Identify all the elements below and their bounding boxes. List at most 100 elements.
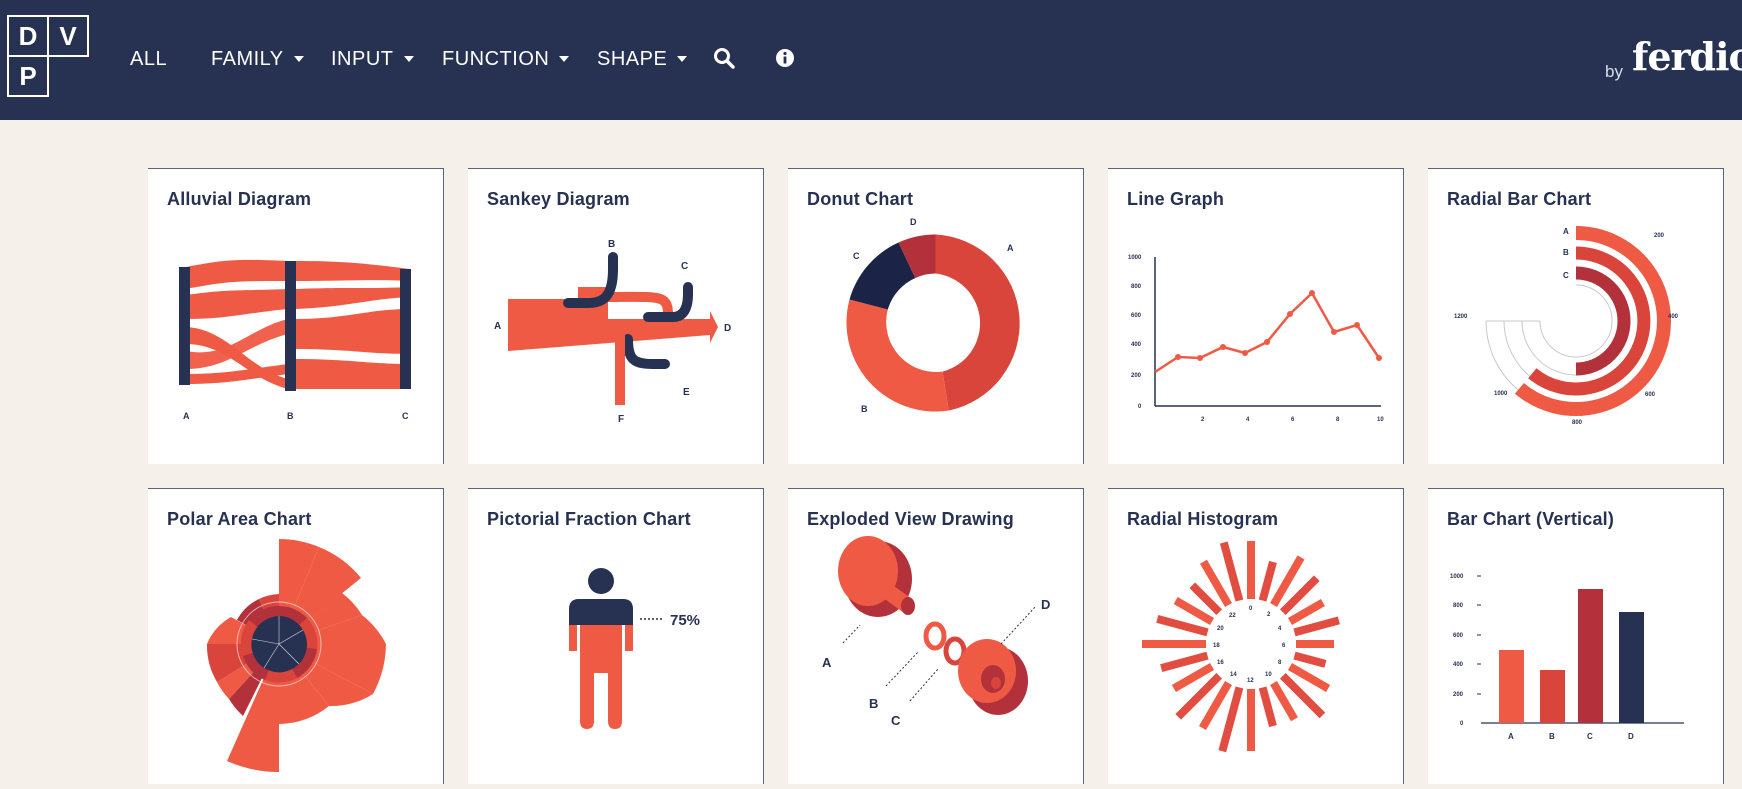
card-radial-histogram[interactable]: 0 2 4 6 8 10 12 14 16 18 20 22 Radial Hi… (1108, 488, 1404, 784)
search-icon[interactable] (712, 46, 736, 70)
info-icon[interactable] (773, 46, 797, 70)
radial-bar-tick: 1200 (1454, 314, 1468, 320)
radial-bar-label-c: C (1563, 271, 1569, 280)
card-donut-chart[interactable]: A B C D Donut Chart (788, 168, 1084, 464)
card-title: Line Graph (1127, 189, 1225, 209)
line-graph-thumbnail: 1000 800 600 400 200 0 2 4 6 8 10 (1128, 255, 1384, 423)
radial-bar-tick: 200 (1654, 233, 1665, 239)
sankey-diagram-thumbnail: A B C D E F (494, 239, 731, 425)
radial-histogram-thumbnail: 0 2 4 6 8 10 12 14 16 18 20 22 (1142, 541, 1340, 753)
radial-histogram-tick: 0 (1249, 606, 1253, 612)
bar-x-tick: B (1549, 732, 1555, 741)
card-radial-bar-chart[interactable]: A B C 200 400 600 800 1000 1200 Radial B… (1428, 168, 1724, 464)
card-title: Alluvial Diagram (167, 189, 312, 209)
alluvial-label-a: A (183, 411, 190, 421)
radial-bar-label-a: A (1563, 227, 1569, 236)
sankey-label-d: D (724, 323, 731, 334)
sankey-label-b: B (608, 239, 615, 250)
caret-down-icon (403, 56, 414, 62)
donut-label-c: C (853, 251, 860, 261)
exploded-label-a: A (822, 655, 832, 670)
donut-label-b: B (861, 404, 868, 414)
logo-letter-d: D (7, 15, 49, 57)
bar-x-tick: A (1508, 732, 1514, 741)
ferdio-brand-logo[interactable]: ferdio (1632, 34, 1742, 79)
nav-family-label: FAMILY (211, 47, 284, 70)
radial-histogram-tick: 18 (1213, 643, 1220, 649)
nav-shape-label: SHAPE (597, 47, 668, 70)
nav-input-dropdown[interactable]: INPUT (331, 44, 414, 74)
radial-histogram-bar (1293, 616, 1340, 637)
card-line-graph[interactable]: 1000 800 600 400 200 0 2 4 6 8 10 Line G… (1108, 168, 1404, 464)
line-y-tick: 800 (1131, 284, 1142, 290)
line-x-tick: 10 (1377, 417, 1384, 423)
nav-function-dropdown[interactable]: FUNCTION (442, 44, 570, 74)
radial-histogram-tick: 22 (1229, 613, 1236, 619)
exploded-label-c: C (891, 713, 901, 728)
card-bar-chart-vertical[interactable]: 1000 800 600 400 200 0 A B C D Bar Chart… (1428, 488, 1724, 784)
radial-bar-tick: 1000 (1494, 391, 1508, 397)
radial-histogram-bar (1219, 541, 1244, 602)
nav-family-dropdown[interactable]: FAMILY (211, 44, 304, 74)
brand-by-text: by (1605, 62, 1623, 81)
card-title: Radial Histogram (1127, 509, 1279, 529)
bar-y-tick: 800 (1453, 603, 1464, 609)
card-title: Polar Area Chart (167, 509, 312, 529)
caret-down-icon (677, 56, 688, 62)
radial-bar-label-b: B (1563, 248, 1569, 257)
donut-label-a: A (1007, 243, 1014, 253)
line-x-tick: 6 (1291, 417, 1295, 423)
radial-histogram-tick: 12 (1247, 678, 1254, 684)
line-y-tick: 600 (1131, 313, 1142, 319)
radial-histogram-tick: 16 (1217, 660, 1224, 666)
bar-y-tick: 400 (1453, 662, 1464, 668)
card-title: Donut Chart (807, 189, 914, 209)
exploded-label-b: B (869, 696, 878, 711)
sankey-label-a: A (494, 321, 501, 332)
donut-label-d: D (910, 217, 917, 227)
line-x-tick: 2 (1201, 417, 1205, 423)
card-title: Bar Chart (Vertical) (1447, 509, 1615, 529)
line-x-tick: 8 (1336, 417, 1340, 423)
logo-letter-p: P (7, 55, 49, 97)
sankey-label-c: C (681, 261, 688, 272)
radial-bar-tick: 400 (1668, 314, 1679, 320)
radial-histogram-tick: 4 (1278, 626, 1282, 632)
radial-histogram-tick: 2 (1267, 612, 1271, 618)
alluvial-label-b: B (287, 411, 294, 421)
nav-all[interactable]: ALL (130, 44, 167, 74)
bar-x-tick: D (1628, 732, 1634, 741)
pictorial-fraction-thumbnail: 75% (569, 568, 700, 729)
fraction-value-label: 75% (670, 612, 700, 629)
bar-y-tick: 1000 (1450, 574, 1464, 580)
sankey-label-e: E (683, 387, 690, 398)
line-x-tick: 4 (1246, 417, 1250, 423)
nav-all-label: ALL (130, 47, 168, 70)
radial-bar-chart-thumbnail: A B C 200 400 600 800 1000 1200 (1454, 226, 1679, 426)
card-polar-area-chart[interactable]: Polar Area Chart (148, 488, 444, 784)
radial-bar-tick: 800 (1572, 420, 1583, 426)
line-y-tick: 400 (1131, 342, 1142, 348)
line-y-tick: 1000 (1128, 255, 1142, 261)
nav-function-label: FUNCTION (442, 47, 550, 70)
radial-histogram-tick: 8 (1278, 660, 1282, 666)
card-exploded-view-drawing[interactable]: A B C D Exploded View Drawing (788, 488, 1084, 784)
card-pictorial-fraction-chart[interactable]: 75% Pictorial Fraction Chart (468, 488, 764, 784)
nav-shape-dropdown[interactable]: SHAPE (597, 44, 688, 74)
radial-histogram-tick: 6 (1282, 643, 1286, 649)
dvp-logo[interactable]: D V P (7, 15, 91, 99)
alluvial-diagram-thumbnail: A B C (179, 259, 411, 421)
bar-y-tick: 200 (1453, 692, 1464, 698)
radial-histogram-tick: 20 (1217, 626, 1224, 632)
card-title: Radial Bar Chart (1447, 189, 1592, 209)
radial-histogram-bar (1293, 651, 1327, 668)
radial-histogram-bar (1258, 560, 1277, 602)
card-alluvial-diagram[interactable]: A B C Alluvial Diagram (148, 168, 444, 464)
card-title: Sankey Diagram (487, 189, 630, 209)
radial-bar-tick: 600 (1645, 392, 1656, 398)
bar-chart-thumbnail: 1000 800 600 400 200 0 A B C D (1450, 574, 1684, 741)
radial-histogram-tick: 10 (1265, 672, 1272, 678)
card-sankey-diagram[interactable]: A B C D E F Sankey Diagram (468, 168, 764, 464)
caret-down-icon (559, 56, 570, 62)
nav-input-label: INPUT (331, 47, 394, 70)
